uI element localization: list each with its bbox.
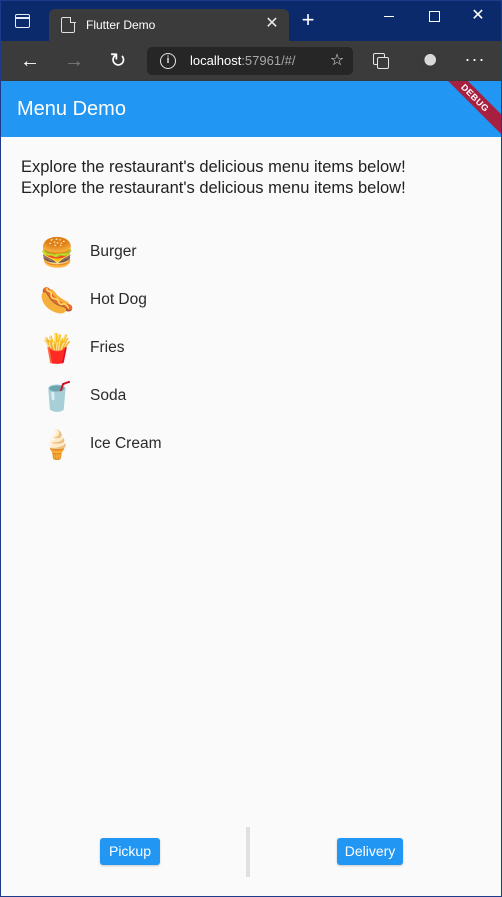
intro-line-1: Explore the restaurant's delicious menu … [21,158,406,176]
add-favorite-icon[interactable]: ☆ [327,51,347,71]
title-bar: Flutter Demo ✕ + ✕ [1,1,501,41]
address-bar[interactable]: i localhost:57961/#/ ☆ [147,47,353,75]
forward-arrow-icon[interactable]: → [62,49,86,73]
menu-item-label: Ice Cream [90,435,162,452]
fries-icon: 🍟 [39,333,75,364]
ice-cream-icon: 🍦 [39,429,75,460]
reload-icon[interactable]: ↻ [106,49,130,73]
delivery-button[interactable]: Delivery [337,838,403,865]
collections-icon[interactable] [371,51,391,71]
more-options-icon[interactable]: ··· [463,49,487,73]
menu-item-label: Soda [90,387,127,404]
app-title: Menu Demo [17,98,126,120]
intro-line-2: Explore the restaurant's delicious menu … [21,179,406,197]
tab-actions-button[interactable] [11,11,33,31]
tab-title: Flutter Demo [86,18,156,32]
pickup-button[interactable]: Pickup [100,838,160,865]
menu-item-hot-dog: 🌭 Hot Dog [39,281,339,321]
page-body: Explore the restaurant's delicious menu … [1,137,501,896]
app-bar: Menu Demo DEBUG [1,81,501,137]
back-arrow-icon[interactable]: ← [18,49,42,73]
browser-toolbar: ← → ↻ i localhost:57961/#/ ☆ ··· [1,41,501,81]
window-close-button[interactable]: ✕ [463,5,493,29]
menu-item-soda: 🥤 Soda [39,377,339,417]
menu-item-label: Burger [90,243,137,260]
menu-item-fries: 🍟 Fries [39,329,339,369]
bottom-action-bar: Pickup Delivery [1,825,501,877]
new-tab-icon[interactable]: + [297,9,319,32]
menu-item-label: Hot Dog [90,291,147,308]
tab-actions-icon [14,14,30,28]
close-tab-icon[interactable]: ✕ [263,15,281,33]
intro-text: Explore the restaurant's delicious menu … [21,157,491,199]
site-info-icon[interactable]: i [160,53,176,69]
menu-item-burger: 🍔 Burger [39,233,339,273]
profile-avatar[interactable] [417,49,441,73]
url-path: :57961/#/ [241,53,296,68]
maximize-button[interactable] [419,5,449,29]
url-text[interactable]: localhost:57961/#/ [190,53,296,68]
menu-item-ice-cream: 🍦 Ice Cream [39,425,339,465]
minimize-button[interactable] [374,5,404,29]
browser-window: Flutter Demo ✕ + ✕ ← → ↻ i localhost:579… [0,0,502,897]
page-icon [61,16,76,33]
browser-tab[interactable]: Flutter Demo ✕ [49,9,289,41]
hot-dog-icon: 🌭 [39,285,75,316]
vertical-divider [246,827,250,877]
soda-icon: 🥤 [39,381,75,412]
url-host: localhost [190,53,242,68]
burger-icon: 🍔 [39,237,75,268]
menu-item-label: Fries [90,339,125,356]
debug-banner: DEBUG [434,81,501,137]
